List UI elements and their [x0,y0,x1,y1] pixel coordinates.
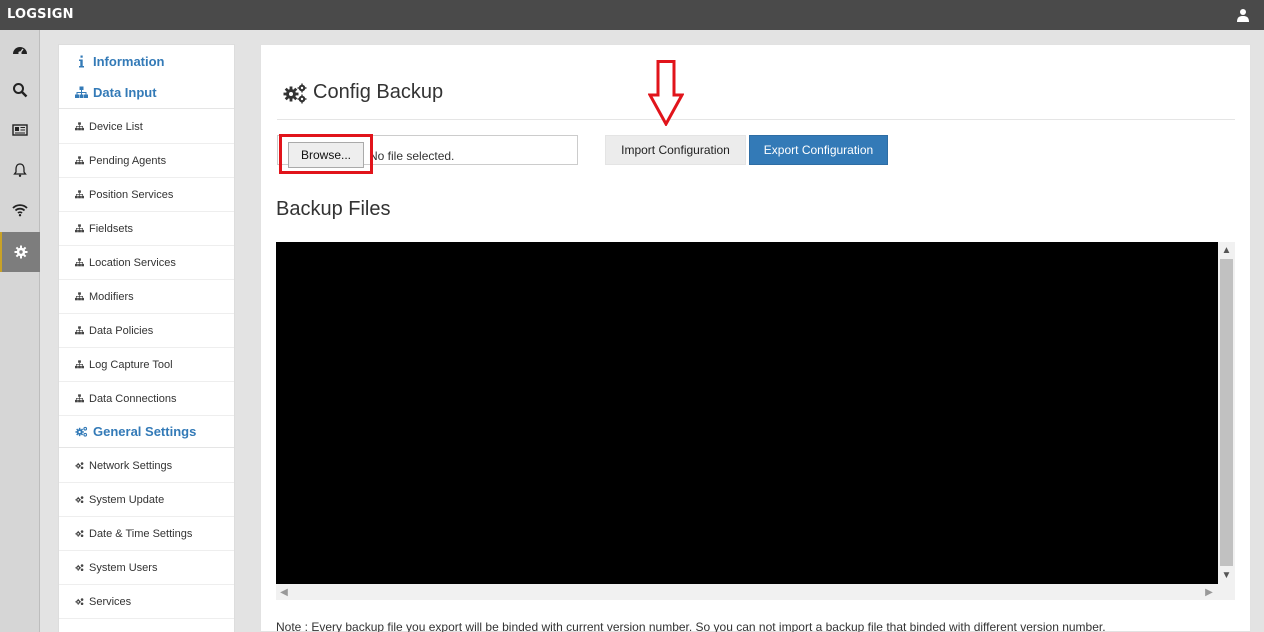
info-icon [79,55,84,67]
nav-item-data-connections[interactable]: Data Connections [59,382,234,416]
scroll-right-icon[interactable]: ▶ [1201,584,1217,600]
file-status: No file selected. [369,149,455,163]
export-configuration-button[interactable]: Export Configuration [749,135,888,165]
nav-item-system-users[interactable]: System Users [59,551,234,585]
page-title-text: Config Backup [313,81,444,103]
nav-item-label: Data Connections [89,392,177,405]
scroll-down-icon[interactable]: ▼ [1218,567,1235,584]
icon-rail [0,30,40,632]
nav-general-settings-label: General Settings [93,424,197,439]
title-divider [277,119,1235,120]
settings-sidenav: Information Data Input Device List Pendi… [58,44,235,632]
annotation-arrow-down-icon [648,60,684,126]
nav-item-network-settings[interactable]: Network Settings [59,449,234,483]
page-title: Config Backup [283,81,443,104]
nav-information-label: Information [93,53,165,69]
nav-data-input-label: Data Input [93,85,157,100]
search-icon [13,83,28,98]
top-bar: LOGSIGN [0,0,1264,30]
nav-item-services[interactable]: Services [59,585,234,619]
gears-icon [75,530,84,538]
news-icon [12,124,28,136]
nav-item-label: Data Policies [89,324,154,337]
sitemap-icon [75,224,84,233]
nav-item-label: Pending Agents [89,154,167,167]
import-configuration-button[interactable]: Import Configuration [605,135,746,165]
scroll-left-icon[interactable]: ◀ [276,584,292,600]
nav-item-system-update[interactable]: System Update [59,483,234,517]
backup-files-list[interactable]: ▲ ▼ ◀ ▶ [276,242,1235,600]
sitemap-icon [75,360,84,369]
gears-icon [75,598,84,606]
nav-data-input[interactable]: Data Input [59,77,234,109]
nav-item-log-capture-tool[interactable]: Log Capture Tool [59,348,234,382]
config-backup-panel: Config Backup Browse... No file selected… [260,44,1251,632]
nav-item-device-list[interactable]: Device List [59,110,234,144]
nav-item-label: Modifiers [89,290,134,303]
bell-icon [13,163,27,177]
gears-icon [75,564,84,572]
gears-icon [283,83,307,103]
nav-information[interactable]: Information [59,45,234,77]
vertical-scrollbar[interactable]: ▲ ▼ [1218,242,1235,584]
nav-item-label: System Update [89,493,165,506]
gears-icon [75,496,84,504]
annotation-highlight-box [279,134,373,174]
vertical-scroll-thumb[interactable] [1220,259,1233,566]
nav-item-position-services[interactable]: Position Services [59,178,234,212]
rail-alerts[interactable] [0,150,40,190]
backup-files-title: Backup Files [276,198,391,220]
user-icon[interactable] [1236,8,1250,22]
app-logo: LOGSIGN [7,7,74,22]
rail-wifi[interactable] [0,190,40,230]
nav-item-date-time-settings[interactable]: Date & Time Settings [59,517,234,551]
horizontal-scrollbar[interactable]: ◀ ▶ [276,584,1218,600]
nav-item-label: Services [89,595,132,608]
wifi-icon [12,204,28,217]
scroll-up-icon[interactable]: ▲ [1218,242,1235,259]
sitemap-icon [75,86,88,98]
nav-item-label: System Users [89,561,158,574]
gears-icon [75,426,88,437]
nav-item-label: Location Services [89,256,176,269]
nav-item-label: Date & Time Settings [89,527,193,540]
sitemap-icon [75,156,84,165]
nav-item-modifiers[interactable]: Modifiers [59,280,234,314]
rail-search[interactable] [0,70,40,110]
nav-item-fieldsets[interactable]: Fieldsets [59,212,234,246]
nav-item-label: Position Services [89,188,174,201]
sitemap-icon [75,258,84,267]
nav-item-data-policies[interactable]: Data Policies [59,314,234,348]
nav-item-location-services[interactable]: Location Services [59,246,234,280]
backup-files-area [276,242,1218,584]
sitemap-icon [75,190,84,199]
rail-settings[interactable] [0,232,40,272]
nav-item-pending-agents[interactable]: Pending Agents [59,144,234,178]
gears-icon [75,462,84,470]
nav-item-label: Fieldsets [89,222,134,235]
nav-item-label: Device List [89,120,143,133]
nav-general-settings[interactable]: General Settings [59,416,234,448]
sitemap-icon [75,122,84,131]
nav-item-label: Network Settings [89,459,173,472]
nav-item-label: Log Capture Tool [89,358,173,371]
rail-dashboard[interactable] [0,30,40,70]
sitemap-icon [75,292,84,301]
dashboard-icon [13,47,27,55]
sitemap-icon [75,394,84,403]
gear-icon [14,245,28,259]
version-note: Note : Every backup file you export will… [276,620,1106,632]
sitemap-icon [75,326,84,335]
rail-news[interactable] [0,110,40,150]
